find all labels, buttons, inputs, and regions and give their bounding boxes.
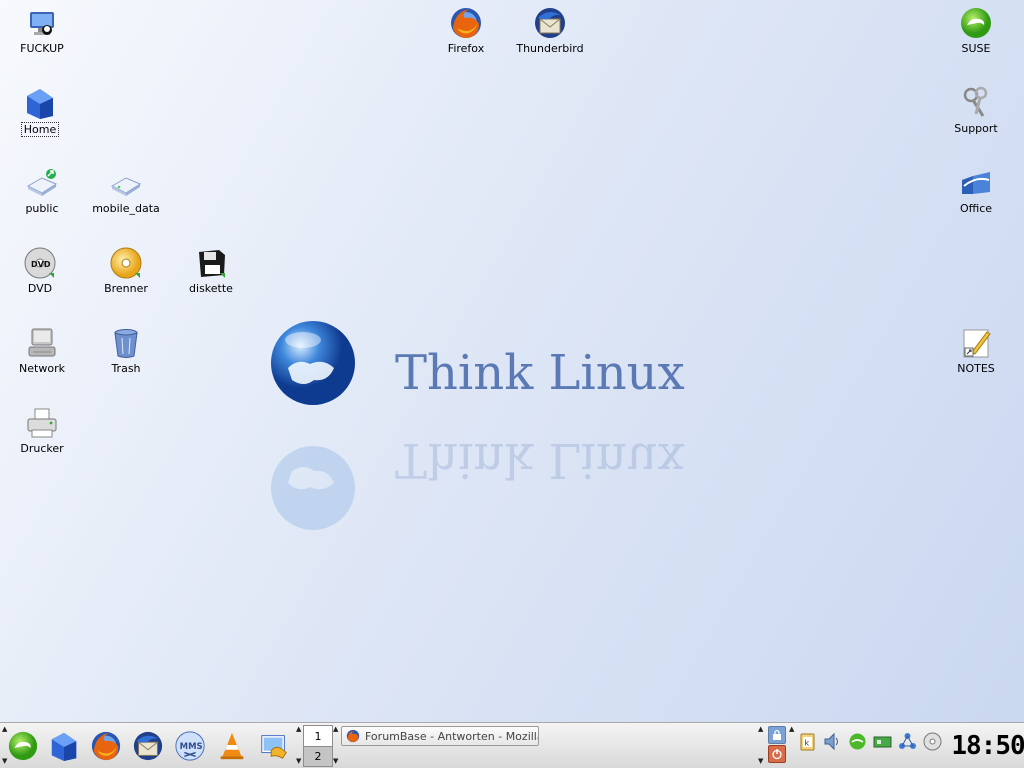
desktop-icon-network[interactable]: Network — [0, 326, 84, 375]
desktop-icon-label: NOTES — [957, 362, 995, 375]
cd-icon[interactable] — [922, 731, 943, 752]
volume-icon[interactable] — [822, 731, 843, 752]
panel-scroll-down-icon[interactable]: ▼ — [758, 757, 766, 765]
desktop-icon-office[interactable]: Office — [934, 166, 1018, 215]
desktop-icon-suse[interactable]: SUSE — [934, 6, 1018, 55]
desktop-icon-diskette[interactable]: diskette — [169, 246, 253, 295]
cd-burner-icon — [109, 246, 143, 280]
firefox-icon — [346, 729, 360, 743]
desktop-icon-firefox[interactable]: Firefox — [424, 6, 508, 55]
network-card-icon[interactable] — [872, 731, 893, 752]
firefox-launcher-button[interactable] — [87, 727, 125, 765]
desktop-icon-label: SUSE — [961, 42, 991, 55]
screenshot-icon — [261, 735, 287, 759]
desktop-icon-notes[interactable]: NOTES — [934, 326, 1018, 375]
suse-icon — [959, 6, 993, 40]
desktop-icon-drucker[interactable]: Drucker — [0, 406, 84, 455]
desktop-icon-dvd[interactable]: DVD DVD — [0, 246, 82, 295]
desktop-icon-label: diskette — [189, 282, 233, 295]
drive-icon — [109, 166, 143, 200]
clock[interactable]: 18:50 — [951, 729, 1024, 763]
klipper-icon[interactable]: k — [797, 731, 818, 752]
desktop-icon-brenner[interactable]: Brenner — [84, 246, 168, 295]
floppy-icon — [194, 246, 228, 280]
desktop-icon-label: FUCKUP — [20, 42, 64, 55]
logout-button[interactable] — [768, 745, 786, 763]
taskbar-window-title: ForumBase - Antworten - Mozilla — [365, 729, 539, 743]
desktop-icon-trash[interactable]: Trash — [84, 326, 168, 375]
keys-icon — [959, 86, 993, 120]
desktop-icon-label: public — [25, 202, 59, 215]
home-icon — [51, 732, 77, 762]
desktop-icon-label: Brenner — [104, 282, 148, 295]
firefox-icon — [449, 6, 483, 40]
network-manager-icon[interactable] — [897, 731, 918, 752]
panel-scroll-up-icon[interactable]: ▲ — [333, 725, 341, 733]
suse-menu-icon — [8, 731, 38, 761]
desktop-icon-fuckup[interactable]: FUCKUP — [0, 6, 84, 55]
desktop-icon-label: Trash — [111, 362, 141, 375]
thunderbird-launcher-button[interactable] — [129, 727, 167, 765]
wallpaper-globe-reflection — [268, 440, 358, 533]
thunderbird-icon — [533, 6, 567, 40]
wallpaper-globe-logo — [268, 318, 358, 411]
home-launcher-button[interactable] — [45, 727, 83, 765]
network-icon — [25, 326, 59, 360]
desktop-icon-support[interactable]: Support — [934, 86, 1018, 135]
desktop-icon-public[interactable]: public — [0, 166, 84, 215]
lock-icon — [773, 729, 781, 740]
home-icon — [23, 86, 57, 120]
desktop-icon-label: Network — [19, 362, 65, 375]
pager-desktop-1[interactable]: 1 — [304, 726, 332, 746]
desktop-icon-label: Home — [20, 122, 60, 137]
computer-icon — [25, 6, 59, 40]
panel-scroll-down-icon[interactable]: ▼ — [333, 757, 341, 765]
svg-text:k: k — [805, 739, 810, 748]
lock-screen-button[interactable] — [768, 726, 786, 744]
desktop-icon-label: DVD — [27, 282, 53, 295]
screenshot-launcher-button[interactable] — [255, 727, 293, 765]
desktop-icon-label: Support — [954, 122, 998, 135]
panel-scroll-up-icon[interactable]: ▲ — [758, 725, 766, 733]
desktop-icon-home[interactable]: Home — [0, 86, 82, 137]
vlc-launcher-button[interactable] — [213, 727, 251, 765]
suse-menu-button[interactable] — [4, 727, 42, 765]
desktop-icon-thunderbird[interactable]: Thunderbird — [508, 6, 592, 55]
taskbar-window-button[interactable]: ForumBase - Antworten - Mozilla — [341, 726, 539, 746]
session-controls — [766, 725, 788, 767]
office-icon — [959, 166, 993, 200]
trash-icon — [109, 326, 143, 360]
network-share-icon — [25, 166, 59, 200]
dvd-icon: DVD — [23, 246, 57, 280]
svg-text:DVD: DVD — [31, 260, 51, 269]
vlc-icon — [220, 732, 244, 760]
desktop-icon-label: Firefox — [447, 42, 485, 55]
taskbar: ▲ ▼ MMS ▲ ▼ 1 2 ▲ ▼ ForumBase - Antworte… — [0, 722, 1024, 768]
firefox-icon — [91, 731, 121, 761]
notes-icon — [959, 326, 993, 360]
desktop-icon-label: Office — [959, 202, 993, 215]
svg-text:MMS: MMS — [180, 741, 203, 751]
pager-desktop-2[interactable]: 2 — [304, 746, 332, 766]
desktop-icon-label: Thunderbird — [516, 42, 584, 55]
desktop-icon-label: Drucker — [20, 442, 64, 455]
desktop-icon-mobile-data[interactable]: mobile_data — [84, 166, 168, 215]
power-icon — [772, 749, 782, 760]
wallpaper-slogan: Think Linux — [395, 345, 685, 401]
panel-scroll-up-icon[interactable]: ▲ — [789, 725, 797, 733]
mms-icon: MMS — [175, 731, 205, 761]
printer-icon — [25, 406, 59, 440]
mms-launcher-button[interactable]: MMS — [171, 727, 209, 765]
desktop-icon-label: mobile_data — [92, 202, 160, 215]
wallpaper-slogan-reflection: Think Linux — [395, 432, 685, 488]
thunderbird-icon — [133, 731, 163, 761]
suse-updater-icon[interactable] — [847, 731, 868, 752]
desktop-pager: 1 2 — [303, 725, 333, 767]
system-tray: k — [797, 731, 943, 752]
